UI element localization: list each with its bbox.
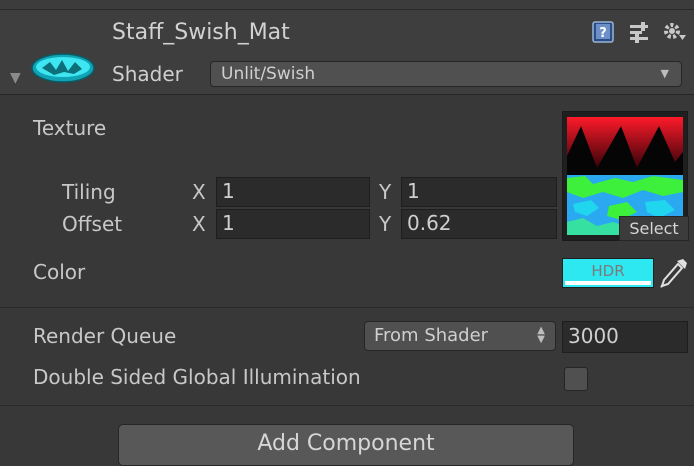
preset-sliders-icon[interactable] xyxy=(627,20,651,44)
offset-x-label: X xyxy=(192,212,206,236)
double-sided-gi-checkbox[interactable] xyxy=(564,367,588,391)
eyedropper-icon[interactable] xyxy=(658,256,688,288)
color-label: Color xyxy=(33,260,86,284)
section-divider xyxy=(0,307,694,308)
shader-label: Shader xyxy=(112,62,183,86)
shader-value: Unlit/Swish xyxy=(221,64,316,84)
offset-y-label: Y xyxy=(379,212,392,236)
alpha-bar xyxy=(565,281,651,285)
render-queue-mode: From Shader xyxy=(374,325,489,346)
top-divider xyxy=(0,0,694,10)
gear-menu-icon[interactable] xyxy=(662,20,686,44)
color-swatch[interactable]: HDR xyxy=(562,258,654,288)
texture-select-button[interactable]: Select xyxy=(619,216,689,241)
material-inspector: Staff_Swish_Mat ? ▼ Shader Unlit/Swish ▼… xyxy=(0,0,694,466)
render-queue-mode-dropdown[interactable]: From Shader ▲ ▼ xyxy=(364,321,556,351)
render-queue-label: Render Queue xyxy=(33,324,177,348)
foldout-arrow-icon[interactable]: ▼ xyxy=(10,70,21,86)
up-down-arrows-icon: ▲ ▼ xyxy=(537,325,545,345)
svg-text:?: ? xyxy=(599,26,607,41)
tiling-x-field[interactable]: 1 xyxy=(216,177,370,207)
render-queue-value-field[interactable]: 3000 xyxy=(562,321,688,353)
double-sided-gi-label: Double Sided Global Illumination xyxy=(33,365,361,389)
offset-x-field[interactable]: 1 xyxy=(216,209,370,239)
tiling-label: Tiling xyxy=(62,180,116,204)
tiling-x-label: X xyxy=(192,180,206,204)
chevron-down-icon: ▼ xyxy=(660,67,669,80)
tiling-y-label: Y xyxy=(379,180,392,204)
tiling-y-field[interactable]: 1 xyxy=(401,177,557,207)
offset-label: Offset xyxy=(62,212,123,236)
texture-label: Texture xyxy=(33,116,107,140)
help-book-icon[interactable]: ? xyxy=(591,20,615,44)
material-name: Staff_Swish_Mat xyxy=(112,20,290,45)
hdr-badge: HDR xyxy=(591,262,625,280)
material-sphere-icon xyxy=(31,53,95,83)
add-component-button[interactable]: Add Component xyxy=(118,424,574,466)
bottom-divider xyxy=(0,405,694,406)
offset-y-field[interactable]: 0.62 xyxy=(401,209,557,239)
shader-dropdown[interactable]: Unlit/Swish ▼ xyxy=(210,61,682,87)
